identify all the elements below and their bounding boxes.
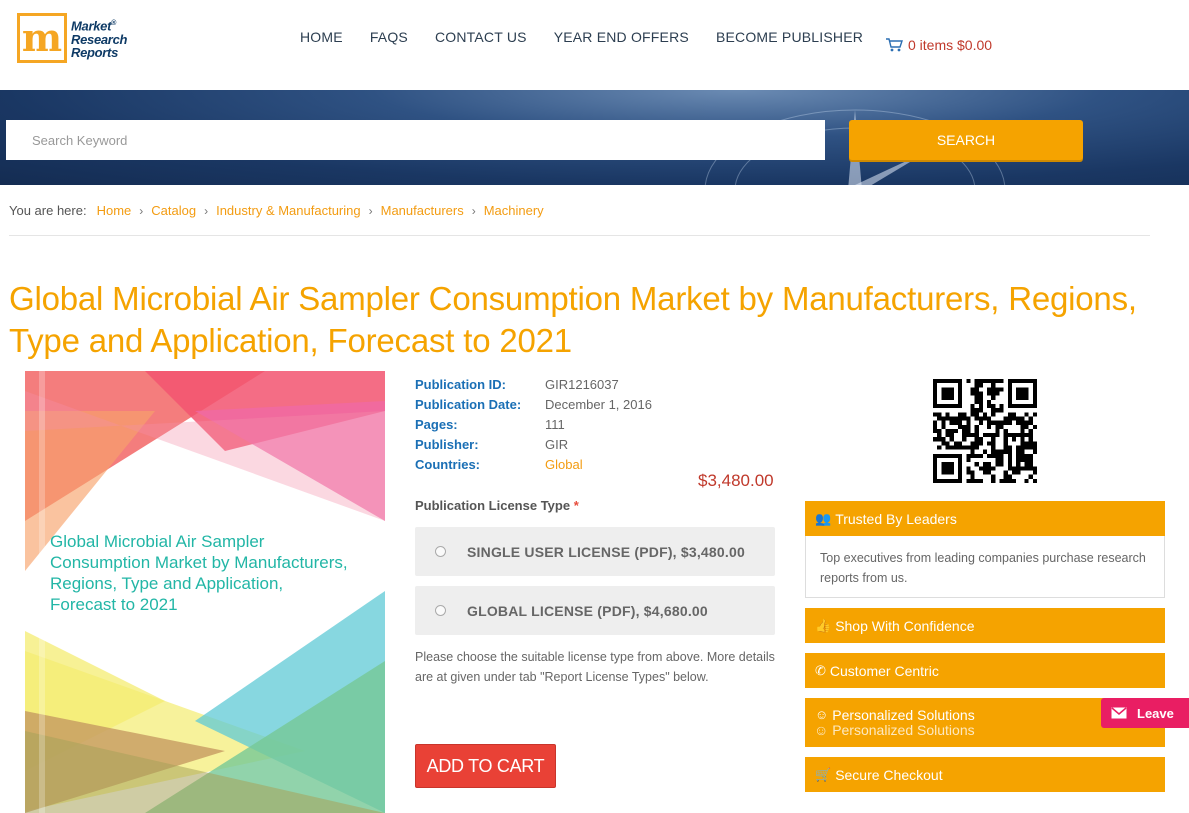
- meta-label: Countries:: [415, 456, 480, 472]
- breadcrumb-manufacturers[interactable]: Manufacturers: [381, 203, 464, 218]
- cart-icon: 🛒: [815, 766, 832, 782]
- chevron-right-icon: ›: [368, 203, 373, 218]
- search-input[interactable]: [6, 120, 825, 160]
- meta-row: Publication Date: December 1, 2016: [415, 394, 652, 414]
- divider: [9, 235, 1150, 236]
- report-price: $3,480.00: [698, 471, 774, 490]
- logo-mark: m: [17, 13, 67, 63]
- required-marker: *: [573, 498, 579, 513]
- add-to-cart-button[interactable]: ADD TO CART: [415, 744, 556, 788]
- license-note: Please choose the suitable license type …: [415, 650, 775, 684]
- nav-home[interactable]: HOME: [300, 29, 343, 45]
- meta-value: December 1, 2016: [545, 396, 652, 412]
- meta-row: Publisher: GIR: [415, 434, 652, 454]
- meta-row: Countries: Global: [415, 454, 652, 474]
- site-header: m Market® Research Reports HOME FAQS CON…: [0, 0, 1189, 90]
- meta-label: Publisher:: [415, 436, 479, 452]
- meta-row: Publication ID: GIR1216037: [415, 374, 652, 394]
- phone-icon: ✆: [815, 662, 826, 678]
- breadcrumb-machinery[interactable]: Machinery: [484, 203, 544, 218]
- chevron-right-icon: ›: [204, 203, 209, 218]
- qr-code-image: [933, 379, 1037, 483]
- cart-icon: [886, 38, 903, 52]
- license-option-single-user[interactable]: SINGLE USER LICENSE (PDF), $3,480.00: [415, 527, 775, 576]
- breadcrumb-home[interactable]: Home: [97, 203, 132, 218]
- feature-shop-with-confidence[interactable]: 👍 Shop With Confidence: [805, 608, 1165, 643]
- search-button[interactable]: SEARCH: [849, 120, 1083, 160]
- chevron-right-icon: ›: [471, 203, 476, 218]
- feature-customer-centric[interactable]: ✆ Customer Centric: [805, 653, 1165, 688]
- publication-meta: Publication ID: GIR1216037 Publication D…: [415, 374, 652, 474]
- breadcrumb: You are here: Home › Catalog › Industry …: [9, 203, 544, 218]
- meta-label: Publication Date:: [415, 396, 522, 412]
- countries-link[interactable]: Global: [545, 457, 583, 472]
- meta-value: GIR1216037: [545, 376, 619, 392]
- trusted-by-leaders-header: 👥 Trusted By Leaders: [805, 501, 1165, 536]
- leave-message-tab[interactable]: Leave: [1101, 698, 1189, 728]
- main-nav: HOME FAQS CONTACT US YEAR END OFFERS BEC…: [300, 29, 890, 45]
- meta-value: GIR: [545, 436, 569, 452]
- leave-label: Leave: [1137, 705, 1174, 721]
- envelope-icon: [1101, 707, 1137, 719]
- license-option-global[interactable]: GLOBAL LICENSE (PDF), $4,680.00: [415, 586, 775, 635]
- license-radio[interactable]: [435, 546, 446, 557]
- license-option-label: SINGLE USER LICENSE (PDF), $3,480.00: [467, 543, 745, 560]
- nav-become-publisher[interactable]: BECOME PUBLISHER: [716, 29, 863, 45]
- cart-summary[interactable]: 0 items $0.00: [886, 37, 992, 53]
- cover-title: Global Microbial Air Sampler Consumption…: [50, 532, 348, 614]
- logo-text: Market® Research Reports: [71, 18, 128, 60]
- meta-value: 111: [545, 416, 565, 432]
- trusted-by-leaders-body: Top executives from leading companies pu…: [805, 536, 1165, 598]
- feature-ghost-label: ☺ Personalized Solutions: [814, 722, 975, 738]
- breadcrumb-lead: You are here:: [9, 203, 87, 218]
- site-logo[interactable]: m Market® Research Reports: [17, 12, 129, 64]
- meta-label: Publication ID:: [415, 376, 506, 392]
- search-banner: N SEARCH: [0, 90, 1189, 185]
- breadcrumb-catalog[interactable]: Catalog: [151, 203, 196, 218]
- smile-icon: ☺: [815, 707, 829, 722]
- meta-row: Pages: 111: [415, 414, 652, 434]
- cart-text: 0 items $0.00: [908, 37, 993, 53]
- nav-faqs[interactable]: FAQS: [370, 29, 408, 45]
- license-option-label: GLOBAL LICENSE (PDF), $4,680.00: [467, 602, 708, 619]
- feature-secure-checkout[interactable]: 🛒 Secure Checkout: [805, 757, 1165, 792]
- nav-year-end-offers[interactable]: YEAR END OFFERS: [554, 29, 689, 45]
- breadcrumb-industry[interactable]: Industry & Manufacturing: [216, 203, 361, 218]
- users-icon: 👥: [815, 510, 832, 526]
- page-title: Global Microbial Air Sampler Consumption…: [9, 280, 1137, 359]
- license-type-label: Publication License Type *: [415, 498, 579, 513]
- chevron-right-icon: ›: [139, 203, 144, 218]
- meta-label: Pages:: [415, 416, 458, 432]
- license-radio[interactable]: [435, 605, 446, 616]
- nav-contact-us[interactable]: CONTACT US: [435, 29, 527, 45]
- thumbs-up-icon: 👍: [815, 617, 832, 633]
- report-cover-image: Global Microbial Air Sampler Consumption…: [25, 371, 385, 813]
